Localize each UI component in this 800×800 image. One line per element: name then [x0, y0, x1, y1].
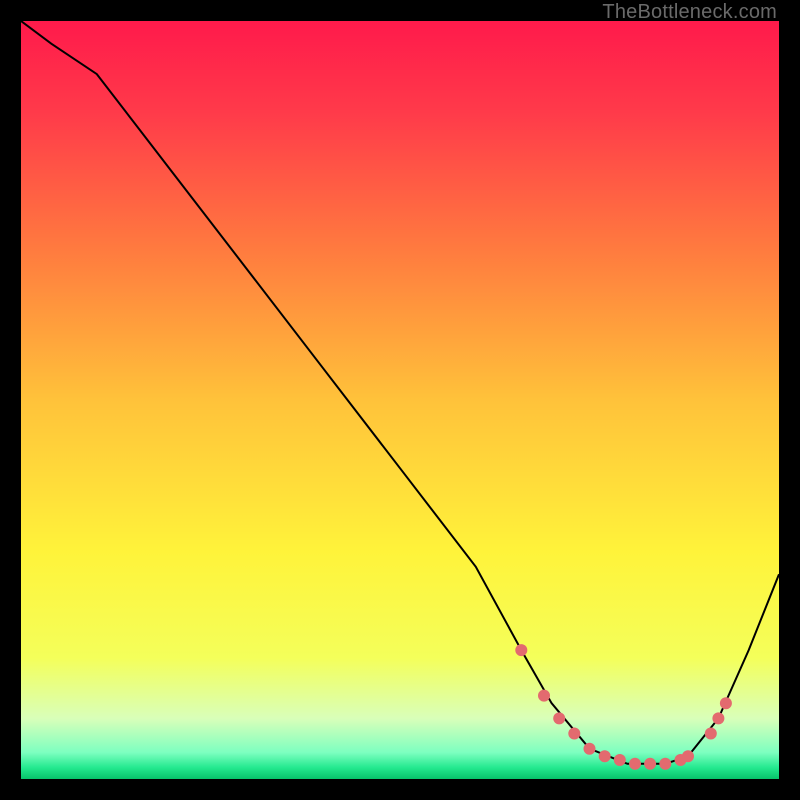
marker-dot [538, 690, 550, 702]
chart-plot [21, 21, 779, 779]
watermark-text: TheBottleneck.com [602, 1, 777, 24]
marker-dot [720, 697, 732, 709]
marker-dot [553, 712, 565, 724]
marker-dot [629, 758, 641, 770]
marker-dot [644, 758, 656, 770]
marker-dot [599, 750, 611, 762]
marker-dot [614, 754, 626, 766]
marker-dot [705, 728, 717, 740]
marker-dot [584, 743, 596, 755]
marker-dot [712, 712, 724, 724]
gradient-background [21, 21, 779, 779]
marker-dot [515, 644, 527, 656]
marker-dot [568, 728, 580, 740]
chart-frame [21, 21, 779, 779]
marker-dot [682, 750, 694, 762]
marker-dot [659, 758, 671, 770]
